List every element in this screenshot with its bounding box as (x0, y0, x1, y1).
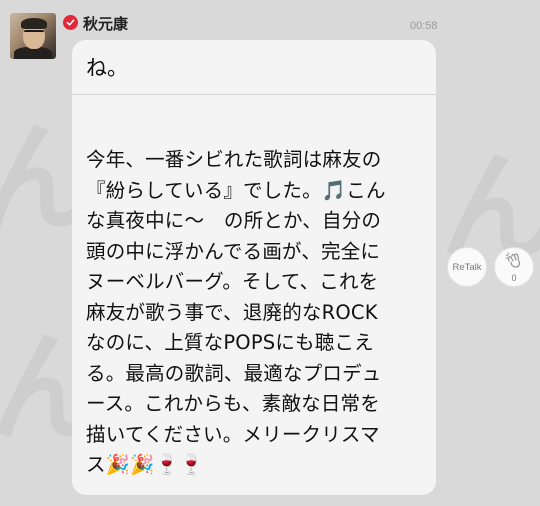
avatar[interactable] (10, 13, 56, 59)
message-first-line: ね。 (86, 56, 128, 80)
message-bubble[interactable]: ね。 今年、一番シビれた歌詞は麻友の 『紛らしている』でした。🎵こん な真夜中に… (72, 40, 436, 495)
clap-button[interactable]: 0 (494, 247, 534, 287)
clap-count: 0 (511, 272, 517, 283)
timestamp: 00:58 (410, 20, 438, 32)
clap-hands-icon (505, 252, 523, 272)
sender-name[interactable]: 秋元康 (83, 13, 128, 34)
retalk-button[interactable]: ReTalk (447, 247, 487, 287)
verified-check-icon (63, 15, 78, 30)
message-body: 今年、一番シビれた歌詞は麻友の 『紛らしている』でした。🎵こん な真夜中に〜 の… (86, 148, 386, 476)
retalk-label: ReTalk (452, 261, 482, 273)
message-divider (72, 94, 436, 95)
